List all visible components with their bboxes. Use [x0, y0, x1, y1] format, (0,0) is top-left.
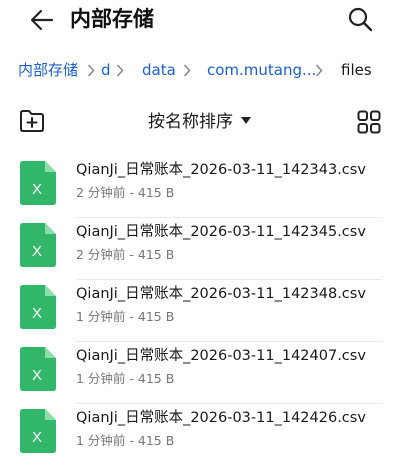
breadcrumb-item-d[interactable]: d [101, 52, 111, 88]
file-row[interactable]: X QianJi_日常账本_2026-03-11_142407.csv 1 分钟… [0, 342, 400, 404]
file-row[interactable]: X QianJi_日常账本_2026-03-11_142345.csv 2 分钟… [0, 218, 400, 280]
app-header: 内部存储 [0, 0, 400, 40]
file-meta: 1 分钟前 - 415 B [76, 309, 175, 324]
file-meta: 2 分钟前 - 415 B [76, 247, 175, 262]
svg-text:X: X [32, 367, 42, 384]
spreadsheet-file-icon: X [20, 161, 56, 205]
breadcrumb-item-data[interactable]: data [142, 52, 176, 88]
chevron-right-icon [87, 64, 95, 77]
file-meta: 2 分钟前 - 415 B [76, 185, 175, 200]
sort-dropdown[interactable]: 按名称排序 [148, 110, 251, 134]
spreadsheet-file-icon: X [20, 347, 56, 391]
spreadsheet-file-icon: X [20, 285, 56, 329]
file-name: QianJi_日常账本_2026-03-11_142343.csv [76, 162, 366, 178]
search-icon[interactable] [346, 5, 374, 33]
chevron-right-icon [116, 64, 124, 77]
svg-text:X: X [32, 305, 42, 322]
spreadsheet-file-icon: X [20, 409, 56, 453]
breadcrumb-item-package[interactable]: com.mutang... [207, 52, 316, 88]
breadcrumb-item-files: files [341, 61, 372, 79]
file-name: QianJi_日常账本_2026-03-11_142348.csv [76, 286, 366, 302]
file-name: QianJi_日常账本_2026-03-11_142426.csv [76, 410, 366, 426]
chevron-right-icon [183, 64, 191, 77]
file-row[interactable]: X QianJi_日常账本_2026-03-11_142426.csv 1 分钟… [0, 404, 400, 466]
sort-label: 按名称排序 [148, 112, 233, 132]
file-row[interactable]: X QianJi_日常账本_2026-03-11_142343.csv 2 分钟… [0, 156, 400, 218]
breadcrumb-item-internal-storage[interactable]: 内部存储 [18, 52, 78, 88]
grid-view-icon[interactable] [357, 110, 381, 134]
file-name: QianJi_日常账本_2026-03-11_142345.csv [76, 224, 366, 240]
back-arrow-icon[interactable] [28, 6, 56, 34]
caret-down-icon [241, 116, 251, 124]
file-row[interactable]: X QianJi_日常账本_2026-03-11_142348.csv 1 分钟… [0, 280, 400, 342]
spreadsheet-file-icon: X [20, 223, 56, 267]
page-title: 内部存储 [70, 7, 154, 31]
new-folder-icon[interactable] [18, 108, 46, 134]
file-name: QianJi_日常账本_2026-03-11_142407.csv [76, 348, 366, 364]
svg-text:X: X [32, 243, 42, 260]
svg-text:X: X [32, 181, 42, 198]
breadcrumb: 内部存储 d data com.mutang... files [0, 52, 400, 88]
file-meta: 1 分钟前 - 415 B [76, 433, 175, 448]
file-meta: 1 分钟前 - 415 B [76, 371, 175, 386]
svg-text:X: X [32, 429, 42, 446]
chevron-right-icon [315, 64, 323, 77]
toolbar: 按名称排序 [0, 102, 400, 142]
